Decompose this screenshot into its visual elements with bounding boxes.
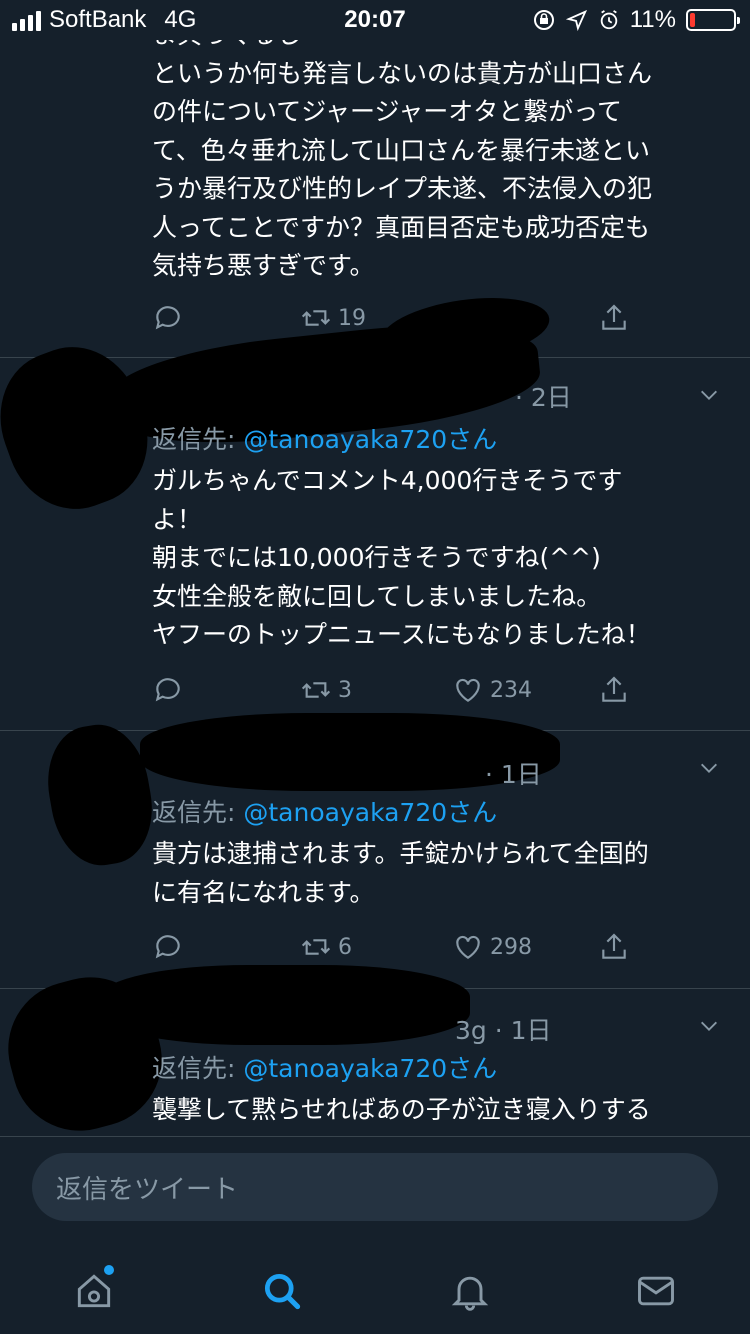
share-icon <box>602 933 626 959</box>
retweet-icon <box>301 939 331 955</box>
status-right: 11% <box>532 6 740 34</box>
reply-prefix: 返信先: <box>152 425 244 454</box>
reply-placeholder: 返信をツイート <box>56 1175 239 1205</box>
name-redaction <box>100 965 470 1045</box>
reply-input[interactable]: 返信をツイート <box>32 1153 718 1221</box>
like-button[interactable]: 234 <box>452 674 532 706</box>
reply-icon <box>155 306 180 330</box>
reply-prefix: 返信先: <box>152 798 244 827</box>
tweet-text: 貴方は逮捕されます。手錠かけられて全国的 に有名になれます。 <box>152 839 649 907</box>
retweet-count: 19 <box>338 305 366 331</box>
reply-button[interactable] <box>152 674 184 706</box>
share-button[interactable] <box>598 931 630 963</box>
tweet-timestamp: · 1日 <box>485 760 542 789</box>
tab-bar <box>0 1249 750 1329</box>
retweet-button[interactable]: 19 <box>300 302 366 334</box>
status-bar: SoftBank 4G 20:07 11% <box>0 0 750 40</box>
tab-home[interactable] <box>72 1265 116 1313</box>
tweet-text: 襲撃して黙らせればあの子が泣き寝入りする <box>152 1095 651 1124</box>
share-button[interactable] <box>598 302 630 334</box>
tweet-timestamp: 3g · 1日 <box>455 1016 552 1045</box>
location-icon <box>565 9 587 31</box>
like-count: 234 <box>490 677 532 703</box>
retweet-count: 6 <box>338 934 352 960</box>
home-icon <box>77 1274 111 1308</box>
like-button[interactable]: 298 <box>452 931 532 963</box>
heart-icon <box>456 678 480 702</box>
chevron-down-icon[interactable] <box>698 757 720 779</box>
search-icon <box>264 1273 301 1310</box>
share-icon <box>602 676 626 702</box>
bottom-area: 返信をツイート <box>0 1136 750 1334</box>
reply-to-line: 返信先: @tanoayaka720さん <box>152 420 497 456</box>
reply-prefix: 返信先: <box>152 1054 244 1083</box>
reply-button[interactable] <box>152 302 184 334</box>
tweet-actions: 3 234 <box>152 674 642 714</box>
new-content-dot <box>104 1265 114 1275</box>
reply-icon <box>155 678 180 702</box>
retweet-count: 3 <box>338 677 352 703</box>
battery-icon <box>686 9 740 31</box>
alarm-icon <box>600 10 617 30</box>
tweet[interactable]: · 1日 返信先: @tanoayaka720さん 貴方は逮捕されます。手錠かけ… <box>0 713 750 989</box>
chevron-down-icon[interactable] <box>698 1015 720 1037</box>
reply-to-line: 返信先: @tanoayaka720さん <box>152 793 497 829</box>
tab-notifications[interactable] <box>448 1269 492 1313</box>
tweet-text: ま貝っくるし というか何も発言しないのは貴方が山口さん の件についてジャージャー… <box>152 20 653 280</box>
heart-icon <box>456 935 480 959</box>
retweet-button[interactable]: 3 <box>300 674 352 706</box>
reply-icon <box>155 935 180 959</box>
reply-to-line: 返信先: @tanoayaka720さん <box>152 1049 497 1085</box>
tab-messages[interactable] <box>634 1269 678 1313</box>
notifications-icon <box>451 1276 489 1311</box>
reply-handle-link[interactable]: @tanoayaka720さん <box>243 425 497 454</box>
tweet-timestamp: · 2日 <box>515 383 572 412</box>
reply-handle-link[interactable]: @tanoayaka720さん <box>243 798 497 827</box>
tweet[interactable]: ま貝っくるし というか何も発言しないのは貴方が山口さん の件についてジャージャー… <box>0 0 750 372</box>
reply-button[interactable] <box>152 931 184 963</box>
battery-percent: 11% <box>629 6 676 33</box>
orientation-lock-icon <box>533 10 554 30</box>
tab-search[interactable] <box>260 1269 304 1313</box>
share-icon <box>602 304 626 330</box>
timeline[interactable]: ま貝っくるし というか何も発言しないのは貴方が山口さん の件についてジャージャー… <box>0 0 750 1136</box>
reply-handle-link[interactable]: @tanoayaka720さん <box>243 1054 497 1083</box>
retweet-icon <box>301 682 331 698</box>
messages-icon <box>638 1276 674 1306</box>
retweet-icon <box>301 310 331 326</box>
like-count: 298 <box>490 934 532 960</box>
retweet-button[interactable]: 6 <box>300 931 352 963</box>
tweet[interactable]: · 2日 返信先: @tanoayaka720さん ガルちゃんでコメント4,00… <box>0 311 750 731</box>
tweet[interactable]: 3g · 1日 返信先: @tanoayaka720さん 襲撃して黙らせればあの… <box>0 962 750 1136</box>
chevron-down-icon[interactable] <box>698 384 720 406</box>
share-button[interactable] <box>598 674 630 706</box>
tweet-text: ガルちゃんでコメント4,000行きそうです よ！ 朝までには10,000行きそう… <box>152 466 651 649</box>
